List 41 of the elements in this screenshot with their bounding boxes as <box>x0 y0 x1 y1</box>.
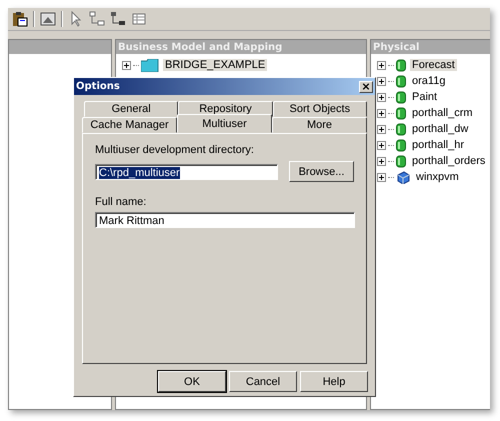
database-icon <box>396 138 406 152</box>
tree-item[interactable]: porthall_hr <box>410 139 466 151</box>
dialog-button[interactable]: Help <box>300 371 368 392</box>
image-icon[interactable] <box>40 11 56 27</box>
pane-title: Business Model and Mapping <box>118 42 282 52</box>
hierarchy-icon[interactable] <box>110 11 126 27</box>
cube-icon <box>396 170 410 184</box>
tree-item[interactable]: Paint <box>410 91 440 103</box>
tree-item[interactable]: ora11g <box>410 75 448 87</box>
tree-item[interactable]: porthall_orders <box>410 155 488 167</box>
database-icon <box>396 122 406 136</box>
database-icon <box>396 74 406 88</box>
tab[interactable]: More <box>272 117 367 133</box>
tree-item[interactable]: BRIDGE_EXAMPLE <box>163 59 268 71</box>
folder-icon <box>141 58 159 72</box>
dialog-button[interactable]: Cancel <box>229 371 297 392</box>
tree-item[interactable]: porthall_crm <box>410 107 475 119</box>
browse-button[interactable]: Browse... <box>289 161 354 182</box>
database-icon <box>396 154 406 168</box>
dialog-title: Options <box>76 81 120 92</box>
tree-item[interactable]: winxpvm <box>414 171 461 183</box>
clipboard-icon[interactable] <box>12 11 28 27</box>
tree-item[interactable]: Forecast <box>410 59 457 71</box>
pane-title: Physical <box>373 42 420 52</box>
close-button[interactable]: × <box>359 80 373 92</box>
database-icon <box>396 106 406 120</box>
table-icon[interactable] <box>131 11 147 27</box>
field-label: Full name: <box>95 196 148 208</box>
tree-item[interactable]: porthall_dw <box>410 123 470 135</box>
hierarchy-icon[interactable] <box>89 11 105 27</box>
name-field[interactable]: Mark Rittman <box>95 212 355 228</box>
database-icon <box>396 58 406 72</box>
field-label: Multiuser development directory: <box>95 144 255 156</box>
expand-icon[interactable] <box>122 60 131 70</box>
tab[interactable]: Sort Objects <box>272 101 367 117</box>
database-icon <box>396 90 406 104</box>
tab[interactable]: Multiuser <box>177 114 272 133</box>
dialog-button[interactable]: OK <box>158 371 226 392</box>
directory-field[interactable]: C:\rpd_multiuser <box>95 164 278 180</box>
tab[interactable]: General <box>84 101 178 117</box>
tab[interactable]: Cache Manager <box>82 117 177 133</box>
